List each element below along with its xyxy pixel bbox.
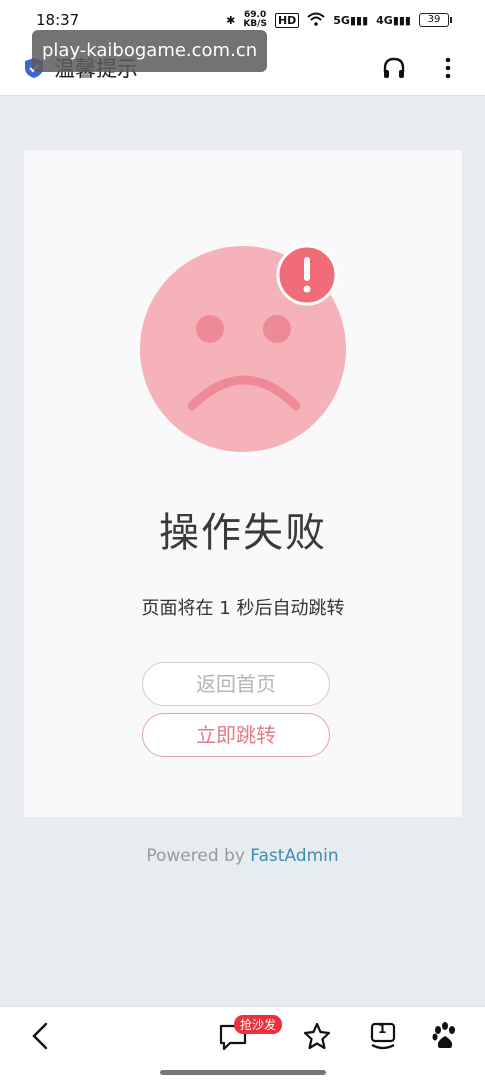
hd-badge: HD — [274, 12, 300, 28]
battery-icon: 39 — [419, 13, 452, 27]
star-icon[interactable] — [302, 1021, 332, 1051]
headphone-icon[interactable] — [381, 55, 407, 81]
back-arrow-icon[interactable] — [28, 1021, 52, 1051]
baidu-paw-icon[interactable] — [430, 1021, 460, 1051]
bluetooth-icon: ✱ — [226, 13, 236, 27]
url-toast: play-kaibogame.com.cn — [32, 30, 268, 72]
error-title: 操作失败 — [159, 510, 327, 556]
status-time: 18:37 — [36, 11, 80, 29]
signal-5g: 5G▮▮▮ — [333, 13, 369, 27]
home-indicator — [160, 1070, 326, 1075]
status-indicators: ✱ 69.0 KB/S HD 5G▮▮▮ 4G▮▮▮ 39 — [226, 10, 452, 29]
powered-by: Powered by FastAdmin — [146, 846, 339, 866]
more-menu-icon[interactable] — [435, 55, 461, 81]
error-card: 操作失败 页面将在 1 秒后自动跳转 返回首页 立即跳转 — [24, 150, 462, 817]
back-home-button[interactable]: 返回首页 — [142, 662, 330, 706]
header-actions — [381, 55, 461, 81]
alert-icon — [276, 244, 338, 306]
jump-now-button[interactable]: 立即跳转 — [142, 713, 330, 757]
tab-count: 1 — [378, 1022, 387, 1036]
redirect-notice: 页面将在 1 秒后自动跳转 — [141, 598, 345, 619]
net-speed: 69.0 KB/S — [243, 10, 267, 29]
comment-badge: 抢沙发 — [234, 1015, 283, 1034]
signal-4g: 4G▮▮▮ — [376, 13, 411, 27]
fastadmin-link[interactable]: FastAdmin — [250, 846, 338, 866]
wifi-icon — [307, 12, 325, 29]
